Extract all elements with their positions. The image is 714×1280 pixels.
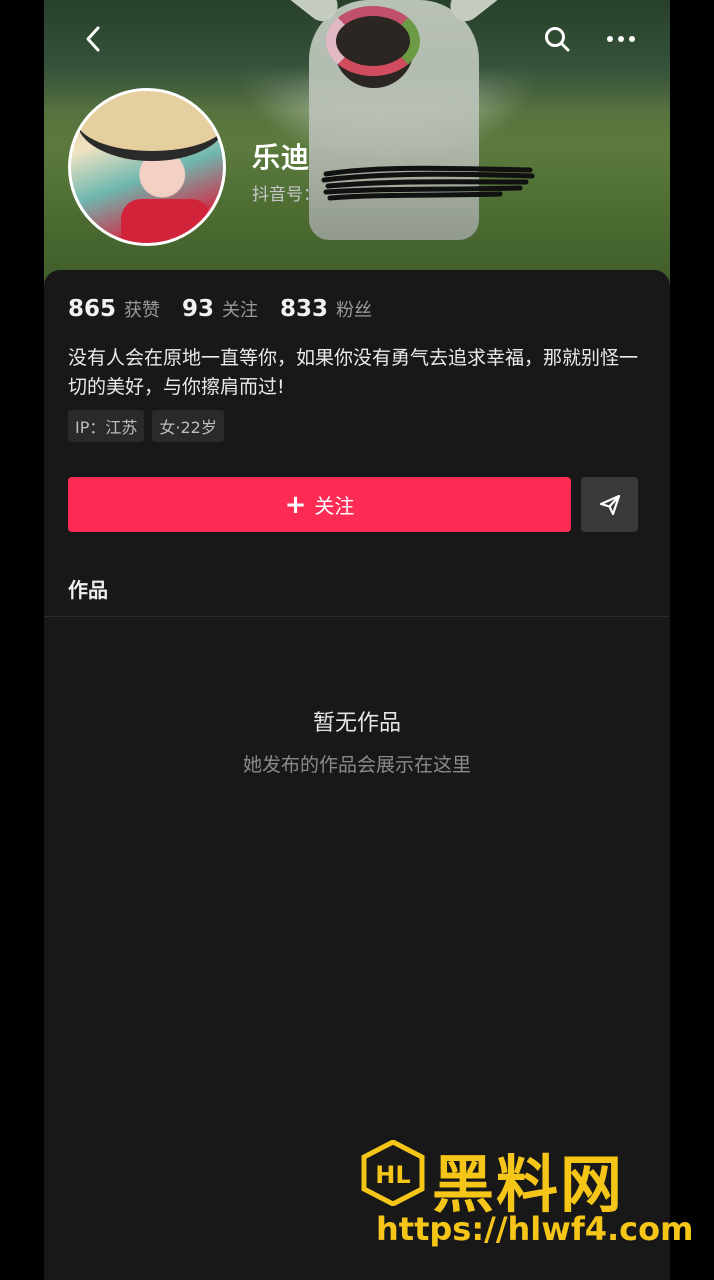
profile-tags: IP：江苏 女·22岁: [68, 410, 232, 442]
empty-state-title: 暂无作品: [312, 711, 401, 736]
plus-icon: +: [284, 489, 307, 520]
share-icon: [599, 494, 620, 515]
redaction-scribble: [321, 165, 535, 201]
share-button[interactable]: [581, 477, 638, 532]
stat-likes-label: 获赞: [124, 300, 161, 321]
profile-screen: 乐迪 抖音号： 865 获赞 93 关注 833 粉丝 没有人会在原地一直等你，…: [44, 0, 670, 1280]
chevron-left-icon: [86, 26, 100, 52]
stat-followers-label: 粉丝: [336, 300, 373, 321]
stat-likes[interactable]: 865 获赞: [68, 296, 160, 322]
avatar-hat: [77, 91, 223, 161]
cover-flower-wreath: [326, 6, 420, 76]
back-button[interactable]: [74, 20, 112, 58]
avatar-dress: [121, 199, 211, 243]
profile-bio: 没有人会在原地一直等你，如果你没有勇气去追求幸福，那就别怪一切的美好，与你擦肩而…: [68, 347, 639, 398]
stat-following-label: 关注: [222, 300, 259, 321]
more-button[interactable]: [602, 20, 640, 58]
watermark-logo-text: HL: [375, 1161, 410, 1189]
watermark: HL 黑料网 https://hlwf4.com: [360, 1140, 694, 1255]
search-icon: [545, 27, 570, 52]
stat-followers-value: 833: [280, 296, 329, 322]
follow-button-label: 关注: [314, 494, 355, 518]
tab-divider: [44, 616, 670, 617]
profile-name: 乐迪: [252, 141, 311, 174]
follow-button[interactable]: + 关注: [68, 477, 571, 532]
tag-ip-location: IP：江苏: [68, 410, 145, 442]
more-icon: [607, 36, 635, 42]
avatar[interactable]: [68, 88, 226, 246]
stat-following[interactable]: 93 关注: [182, 296, 258, 322]
stat-following-value: 93: [182, 296, 215, 322]
watermark-url: https://hlwf4.com: [376, 1210, 694, 1248]
watermark-logo-icon: HL: [361, 1140, 425, 1206]
tag-gender-age: 女·22岁: [152, 410, 224, 442]
douyin-id-label: 抖音号：: [252, 185, 320, 205]
empty-state-subtitle: 她发布的作品会展示在这里: [242, 754, 471, 776]
stat-followers[interactable]: 833 粉丝: [280, 296, 372, 322]
search-button[interactable]: [538, 20, 576, 58]
stats-row: 865 获赞 93 关注 833 粉丝: [68, 296, 394, 322]
stat-likes-value: 865: [68, 296, 117, 322]
tab-works[interactable]: 作品: [68, 574, 108, 603]
